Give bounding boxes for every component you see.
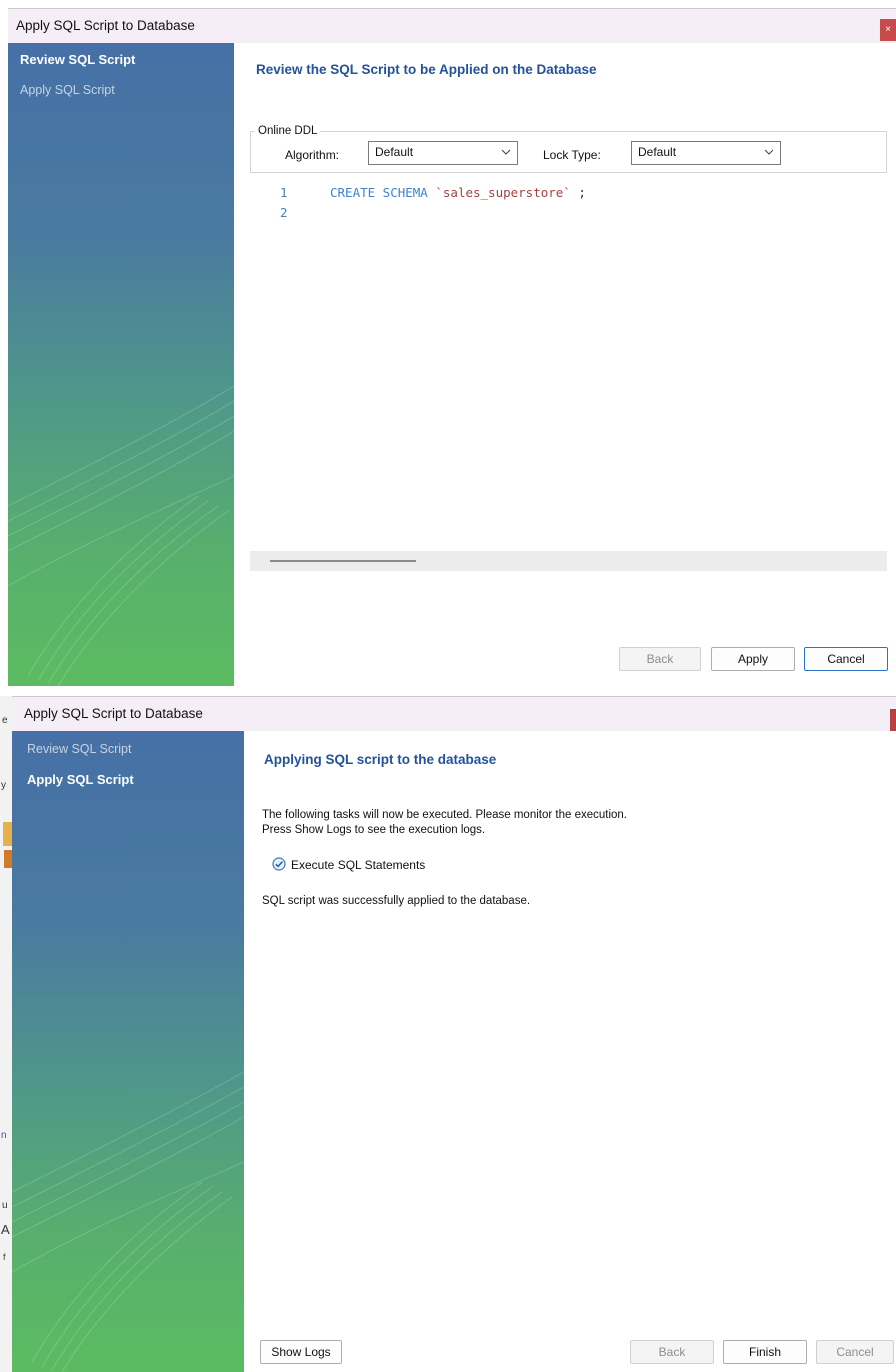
background-icon bbox=[4, 850, 12, 868]
close-button[interactable] bbox=[890, 709, 896, 731]
cancel-button[interactable]: Cancel bbox=[816, 1340, 894, 1364]
finish-button[interactable]: Finish bbox=[723, 1340, 807, 1364]
sql-terminator: ; bbox=[578, 185, 586, 200]
wizard-sidebar: Review SQL Script Apply SQL Script bbox=[12, 731, 244, 1372]
sql-identifier: `sales_superstore` bbox=[435, 185, 571, 200]
background-fragment: y bbox=[1, 780, 6, 791]
line-number: 1 bbox=[280, 185, 288, 200]
background-fragment: f bbox=[3, 1252, 6, 1262]
page-title: Review the SQL Script to be Applied on t… bbox=[256, 62, 597, 77]
background-fragment: u bbox=[2, 1200, 8, 1211]
step-review-sql-script: Review SQL Script bbox=[27, 742, 132, 756]
window-title: Apply SQL Script to Database bbox=[16, 18, 195, 33]
window-title: Apply SQL Script to Database bbox=[24, 706, 203, 721]
scrollbar-thumb[interactable] bbox=[270, 560, 416, 562]
back-button[interactable]: Back bbox=[630, 1340, 714, 1364]
step-review-sql-script: Review SQL Script bbox=[20, 52, 136, 67]
online-ddl-legend: Online DDL bbox=[255, 125, 321, 137]
lock-type-select[interactable]: Default bbox=[631, 141, 781, 165]
description-line: Press Show Logs to see the execution log… bbox=[262, 824, 486, 836]
show-logs-button[interactable]: Show Logs bbox=[260, 1340, 342, 1364]
algorithm-select[interactable]: Default bbox=[368, 141, 518, 165]
background-fragment: n bbox=[1, 1130, 7, 1141]
sql-keyword: CREATE SCHEMA bbox=[330, 185, 428, 200]
chevron-down-icon bbox=[764, 149, 774, 155]
page-title: Applying SQL script to the database bbox=[264, 752, 497, 767]
title-bar: Apply SQL Script to Database bbox=[12, 697, 896, 731]
sidebar-decoration bbox=[12, 1071, 244, 1372]
cancel-button[interactable]: Cancel bbox=[804, 647, 888, 671]
online-ddl-group: Online DDL Algorithm: Default Lock Type:… bbox=[250, 125, 887, 173]
wizard-sidebar: Review SQL Script Apply SQL Script bbox=[8, 43, 234, 686]
check-circle-icon bbox=[272, 857, 286, 871]
step-apply-sql-script: Apply SQL Script bbox=[27, 772, 134, 787]
description-line: The following tasks will now be executed… bbox=[262, 809, 628, 821]
algorithm-value: Default bbox=[375, 145, 414, 159]
apply-button[interactable]: Apply bbox=[711, 647, 795, 671]
chevron-down-icon bbox=[501, 149, 511, 155]
lock-type-value: Default bbox=[638, 145, 677, 159]
sql-script-editor[interactable]: 1 CREATE SCHEMA `sales_superstore` ; 2 bbox=[250, 175, 887, 555]
sidebar-decoration bbox=[8, 385, 234, 686]
apply-sql-dialog: Apply SQL Script to Database Review SQL … bbox=[12, 696, 896, 1372]
background-icon bbox=[3, 822, 12, 846]
horizontal-scrollbar[interactable] bbox=[250, 551, 887, 571]
background-fragment: A bbox=[1, 1222, 10, 1237]
background-fragment: e bbox=[2, 715, 8, 726]
code-line: CREATE SCHEMA `sales_superstore` ; bbox=[330, 185, 586, 200]
review-sql-dialog: Apply SQL Script to Database × Review SQ… bbox=[8, 8, 896, 686]
back-button[interactable]: Back bbox=[619, 647, 701, 671]
step-apply-sql-script: Apply SQL Script bbox=[20, 83, 115, 97]
lock-type-label: Lock Type: bbox=[543, 148, 601, 162]
title-bar: Apply SQL Script to Database × bbox=[8, 9, 896, 43]
algorithm-label: Algorithm: bbox=[285, 148, 340, 162]
task-label: Execute SQL Statements bbox=[291, 858, 426, 872]
close-button[interactable]: × bbox=[880, 19, 896, 41]
result-message: SQL script was successfully applied to t… bbox=[262, 895, 531, 907]
line-number: 2 bbox=[280, 205, 288, 220]
